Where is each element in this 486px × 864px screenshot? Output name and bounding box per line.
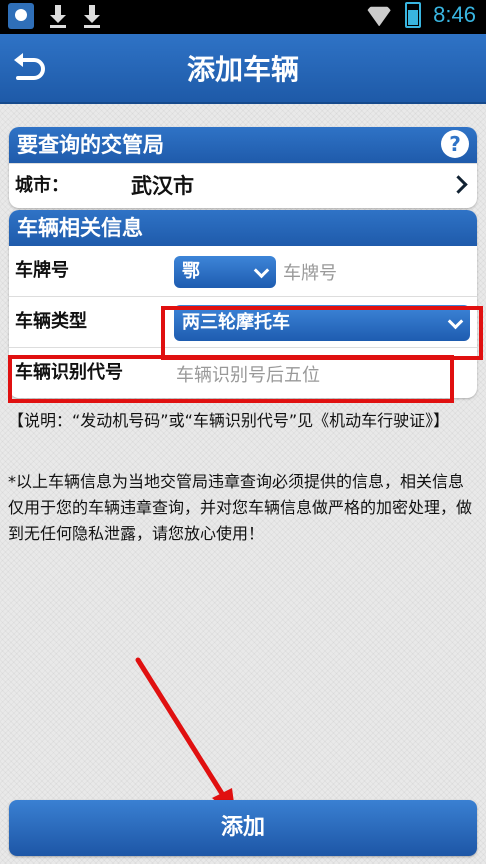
page-title: 添加车辆 bbox=[186, 53, 299, 86]
status-bar: 8:46 bbox=[0, 0, 486, 34]
province-select[interactable]: 鄂 bbox=[174, 256, 276, 288]
vehicle-card-header: 车辆相关信息 bbox=[9, 210, 477, 246]
bureau-card: 要查询的交管局 ? 城市： 武汉市 bbox=[9, 127, 477, 208]
city-row[interactable]: 城市： 武汉市 bbox=[9, 163, 477, 208]
chevron-right-icon bbox=[449, 175, 468, 194]
plate-row: 车牌号 鄂 bbox=[9, 246, 477, 296]
chevron-down-icon bbox=[253, 262, 270, 279]
plate-number-input[interactable] bbox=[281, 256, 465, 290]
vehicle-type-select[interactable]: 两三轮摩托车 bbox=[174, 305, 470, 341]
vin-row: 车辆识别代号 bbox=[9, 347, 477, 398]
download-icon bbox=[48, 3, 68, 29]
plate-label: 车牌号 bbox=[15, 260, 69, 281]
city-value: 武汉市 bbox=[131, 174, 194, 198]
explanation-note: 【说明：“发动机号码”或“车辆识别代号”见《机动车行驶证》】 bbox=[8, 411, 450, 430]
vehicle-card: 车辆相关信息 车牌号 鄂 车辆类型 两三轮摩托车 车辆识别代号 bbox=[9, 210, 477, 398]
app-notification-icon bbox=[8, 3, 34, 29]
status-time: 8:46 bbox=[433, 2, 476, 27]
bureau-card-header: 要查询的交管局 ? bbox=[9, 127, 477, 163]
add-button[interactable]: 添加 bbox=[9, 800, 477, 856]
vehicle-type-label: 车辆类型 bbox=[15, 311, 87, 332]
app-header: 添加车辆 bbox=[0, 34, 486, 104]
bureau-card-title: 要查询的交管局 bbox=[17, 133, 164, 157]
battery-icon bbox=[405, 2, 422, 28]
vin-input[interactable] bbox=[174, 358, 458, 392]
vin-label: 车辆识别代号 bbox=[15, 362, 123, 383]
province-value: 鄂 bbox=[182, 261, 200, 282]
vehicle-card-title: 车辆相关信息 bbox=[17, 216, 143, 240]
download-icon bbox=[82, 3, 102, 29]
help-icon[interactable]: ? bbox=[441, 130, 469, 158]
privacy-note: *以上车辆信息为当地交管局违章查询必须提供的信息，相关信息仅用于您的车辆违章查询… bbox=[8, 472, 473, 543]
chevron-down-icon bbox=[447, 313, 464, 330]
wifi-icon bbox=[365, 4, 393, 26]
vehicle-type-row: 车辆类型 两三轮摩托车 bbox=[9, 296, 477, 347]
vehicle-type-value: 两三轮摩托车 bbox=[182, 312, 290, 333]
city-label: 城市： bbox=[15, 175, 69, 196]
